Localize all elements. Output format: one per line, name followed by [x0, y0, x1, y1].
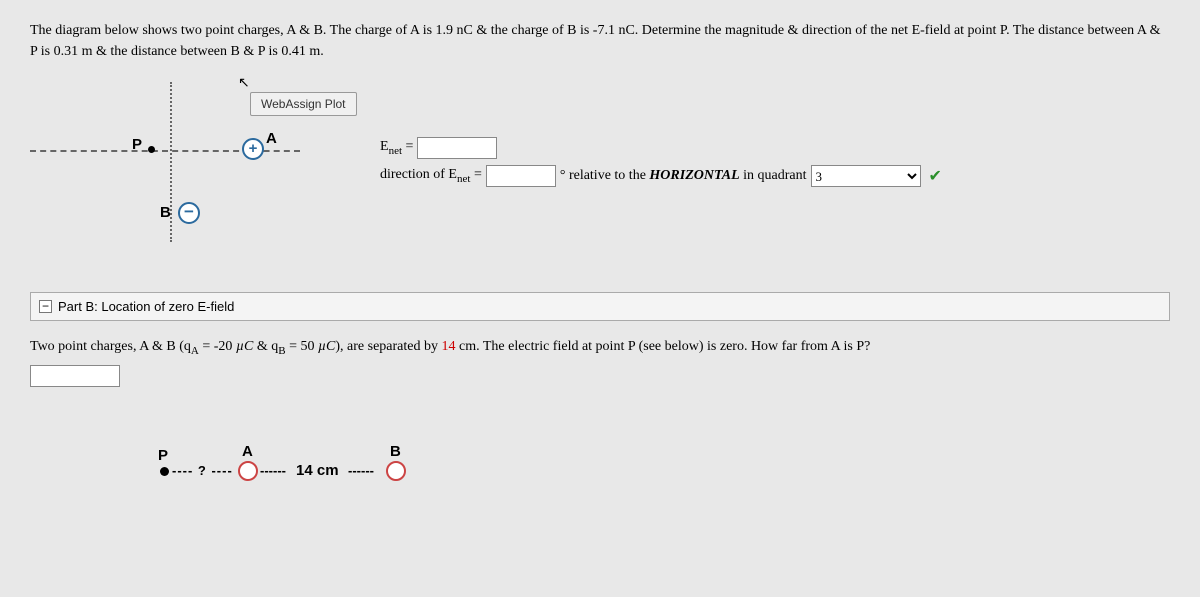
- direction-line: direction of Enet = ° relative to the HO…: [380, 165, 942, 187]
- charge-b-icon: −: [178, 202, 200, 224]
- db-distance-label: 14 cm: [296, 462, 339, 479]
- webassign-plot-button[interactable]: WebAssign Plot: [250, 92, 357, 116]
- part-b-title: Part B: Location of zero E-field: [58, 299, 234, 314]
- db-label-a: A: [242, 443, 253, 460]
- cursor-icon: ↖: [238, 74, 250, 91]
- check-icon: ✔: [929, 166, 942, 186]
- db-point-p: [160, 467, 169, 476]
- db-charge-a-icon: [238, 461, 258, 481]
- direction-input[interactable]: [486, 165, 556, 187]
- label-p: P: [132, 136, 142, 153]
- distance-input[interactable]: [30, 365, 120, 387]
- db-label-b: B: [390, 443, 401, 460]
- point-p: [148, 146, 155, 153]
- quadrant-select[interactable]: 3: [811, 165, 921, 187]
- label-b: B: [160, 204, 171, 221]
- label-a: A: [266, 130, 277, 147]
- enet-input[interactable]: [417, 137, 497, 159]
- part-b-header[interactable]: − Part B: Location of zero E-field: [30, 292, 1170, 321]
- db-label-p: P: [158, 447, 168, 464]
- collapse-icon[interactable]: −: [39, 300, 52, 313]
- diagram-b: P A 14 cm B: [160, 437, 460, 517]
- enet-line: Enet =: [380, 137, 942, 159]
- direction-label: direction of Enet =: [380, 167, 482, 185]
- part-b-body: Two point charges, A & B (qA = -20 µC & …: [0, 321, 1200, 527]
- degree-text: ° relative to the HORIZONTAL in quadrant: [560, 168, 807, 184]
- db-charge-b-icon: [386, 461, 406, 481]
- part-b-text: Two point charges, A & B (qA = -20 µC & …: [30, 339, 870, 354]
- part-a-container: ↖ WebAssign Plot P + A − B Enet = direct…: [0, 72, 1200, 272]
- charge-a-icon: +: [242, 138, 264, 160]
- answers-a: Enet = direction of Enet = ° relative to…: [380, 82, 942, 193]
- enet-label: Enet =: [380, 139, 413, 157]
- diagram-a: ↖ WebAssign Plot P + A − B: [30, 82, 380, 262]
- problem-intro: The diagram below shows two point charge…: [0, 0, 1200, 72]
